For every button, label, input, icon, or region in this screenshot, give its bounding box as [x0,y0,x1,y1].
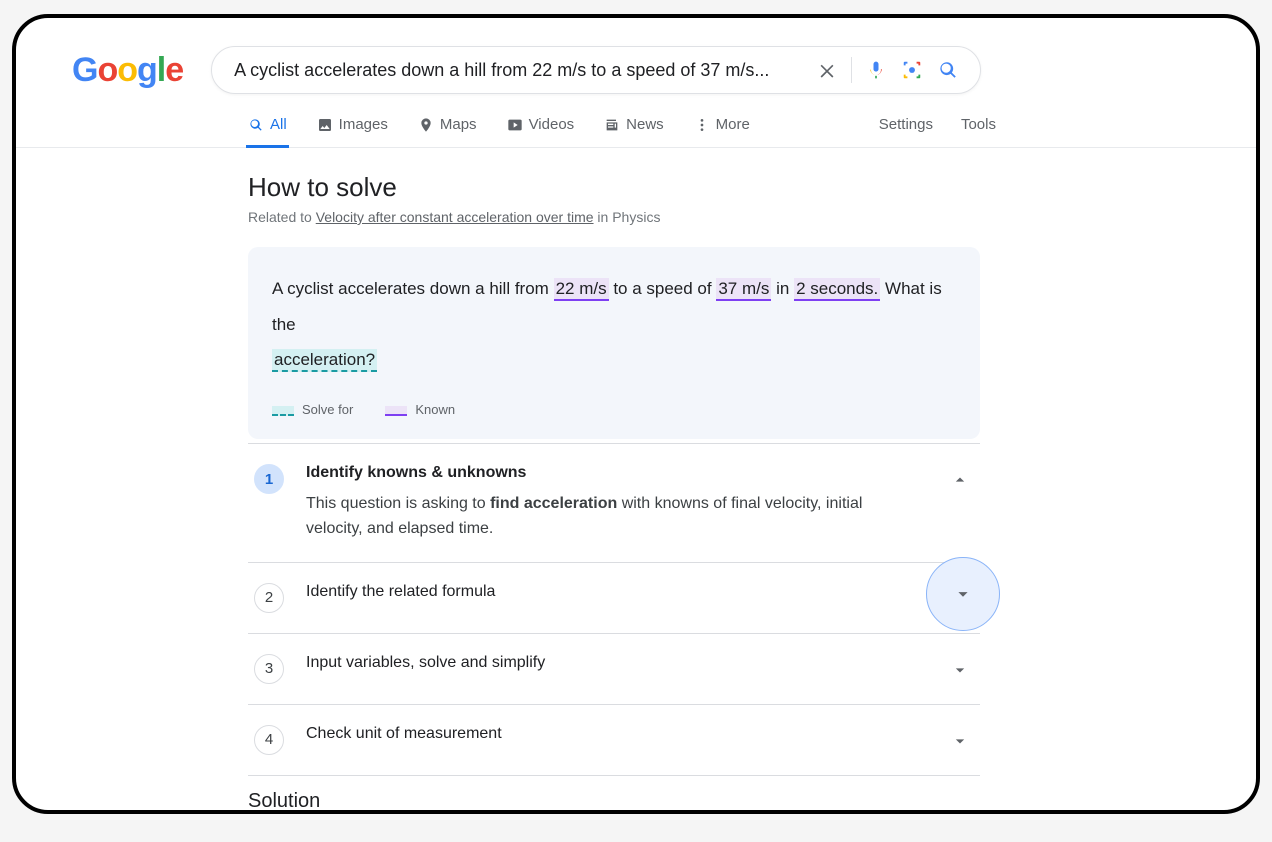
clear-icon[interactable] [809,52,845,88]
chevron-up-icon[interactable] [944,464,976,496]
step-2[interactable]: 2 Identify the related formula [248,563,980,633]
step-1[interactable]: 1 Identify knowns & unknowns This questi… [248,444,980,562]
tab-maps-label: Maps [440,116,477,133]
chevron-down-icon[interactable] [926,557,1000,631]
tab-maps[interactable]: Maps [418,116,477,147]
header-row: Google A cyclist accelerates down a hill… [16,18,1256,94]
step-1-detail: This question is asking to find accelera… [306,492,866,542]
results-column: How to solve Related to Velocity after c… [16,148,996,813]
chevron-down-icon[interactable] [944,654,976,686]
tab-images[interactable]: Images [317,116,388,147]
related-topic-link[interactable]: Velocity after constant acceleration ove… [316,209,594,225]
step-3-title: Input variables, solve and simplify [306,654,974,672]
tab-videos-label: Videos [529,116,575,133]
tab-all-label: All [270,116,287,133]
steps-list: 1 Identify knowns & unknowns This questi… [248,443,980,776]
step-4-title: Check unit of measurement [306,725,974,743]
known-value-1[interactable]: 22 m/s [554,278,609,301]
step-4-number: 4 [254,725,284,755]
lens-icon[interactable] [894,52,930,88]
google-logo[interactable]: Google [72,51,183,90]
search-query-text: A cyclist accelerates down a hill from 2… [234,60,809,81]
tab-all[interactable]: All [248,116,287,147]
legend-solve-label: Solve for [302,402,353,417]
legend: Solve for Known [272,396,956,423]
problem-text: A cyclist accelerates down a hill from 2… [272,271,956,378]
known-value-2[interactable]: 37 m/s [716,278,771,301]
tab-videos[interactable]: Videos [507,116,575,147]
tools-link[interactable]: Tools [961,116,996,133]
related-prefix: Related to [248,209,316,225]
problem-card: A cyclist accelerates down a hill from 2… [248,247,980,439]
legend-known-label: Known [415,402,455,417]
device-frame: Google A cyclist accelerates down a hill… [12,14,1260,814]
step-2-number: 2 [254,583,284,613]
step-3[interactable]: 3 Input variables, solve and simplify [248,634,980,704]
how-to-solve-subtitle: Related to Velocity after constant accel… [248,209,996,225]
step-2-title: Identify the related formula [306,583,974,601]
tab-more[interactable]: More [694,116,750,147]
step-3-number: 3 [254,654,284,684]
tab-images-label: Images [339,116,388,133]
chevron-down-icon[interactable] [944,725,976,757]
step-1-number: 1 [254,464,284,494]
known-swatch [385,406,407,416]
related-suffix: in Physics [594,209,661,225]
tab-more-label: More [716,116,750,133]
search-tabs: All Images Maps Videos News More Setting… [16,94,1256,148]
solution-heading: Solution [248,790,996,813]
settings-link[interactable]: Settings [879,116,933,133]
known-value-3[interactable]: 2 seconds. [794,278,880,301]
step-1-title: Identify knowns & unknowns [306,464,974,482]
mic-icon[interactable] [858,52,894,88]
solve-for-swatch [272,406,294,416]
tab-news-label: News [626,116,664,133]
tab-news[interactable]: News [604,116,664,147]
step-4[interactable]: 4 Check unit of measurement [248,705,980,775]
search-icon[interactable] [930,52,966,88]
solve-for-value[interactable]: acceleration? [272,349,377,372]
search-box[interactable]: A cyclist accelerates down a hill from 2… [211,46,981,94]
separator [851,57,852,83]
how-to-solve-title: How to solve [248,172,996,203]
